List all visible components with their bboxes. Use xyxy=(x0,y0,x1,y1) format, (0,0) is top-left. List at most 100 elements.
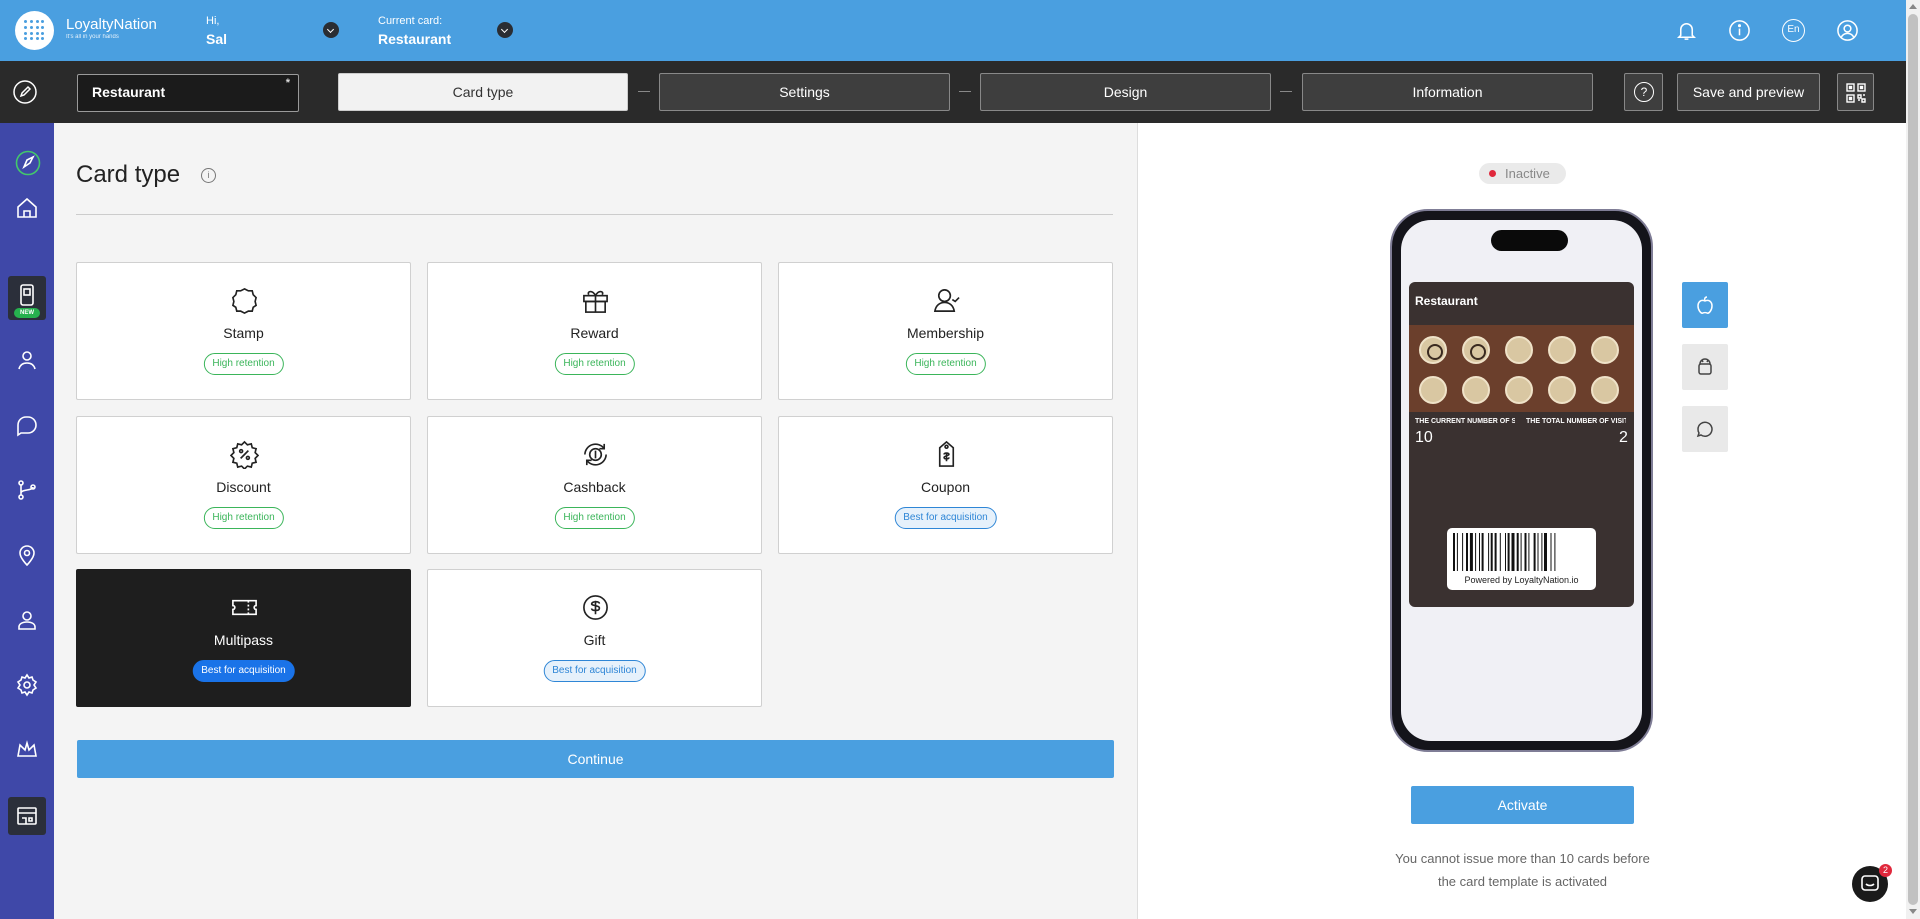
activate-button[interactable]: Activate xyxy=(1411,786,1634,824)
branch-icon xyxy=(18,480,36,500)
rocket-icon xyxy=(15,150,41,176)
tile-label: Reward xyxy=(570,325,619,341)
phone-mockup: Restaurant THE CURRENT NUMBER OF STAMPS … xyxy=(1390,209,1653,752)
save-and-preview-button[interactable]: Save and preview xyxy=(1677,73,1820,111)
message-icon xyxy=(1696,421,1713,438)
stamp-empty xyxy=(1505,336,1533,364)
page-scrollbar[interactable] xyxy=(1906,0,1920,919)
logo-icon[interactable] xyxy=(15,11,54,50)
user-menu-chevron-down-icon[interactable] xyxy=(323,22,339,38)
current-card-name: Restaurant xyxy=(378,31,452,47)
edit-pencil-icon[interactable] xyxy=(13,80,37,104)
sidebar-item-home[interactable] xyxy=(8,189,46,227)
tile-reward[interactable]: Reward High retention xyxy=(427,262,762,400)
stamp-strip xyxy=(1409,325,1634,412)
editor-toolbar: Restaurant * Card type Settings Design I… xyxy=(0,61,1906,123)
gift-box-icon xyxy=(583,290,608,313)
unread-count-badge: 2 xyxy=(1879,864,1892,877)
sms-button[interactable] xyxy=(1682,406,1728,452)
sidebar-item-launch[interactable] xyxy=(8,143,46,181)
acquisition-badge: Best for acquisition xyxy=(192,660,295,682)
barcode: Powered by LoyaltyNation.io xyxy=(1447,528,1596,590)
status-badge: Inactive xyxy=(1479,163,1566,184)
tile-stamp[interactable]: Stamp High retention xyxy=(76,262,411,400)
step-separator xyxy=(959,91,971,92)
title-info-icon[interactable]: i xyxy=(201,168,216,183)
pass-field-label: THE CURRENT NUMBER OF STAMPS xyxy=(1415,418,1515,425)
top-header: LoyaltyNation It's all in your hands Hi,… xyxy=(0,0,1906,61)
tile-label: Gift xyxy=(583,632,606,648)
step-information[interactable]: Information xyxy=(1302,73,1593,111)
activation-warning: You cannot issue more than 10 cards befo… xyxy=(1374,847,1671,893)
user-icon xyxy=(18,611,36,630)
new-badge: NEW xyxy=(14,308,40,318)
step-settings[interactable]: Settings xyxy=(659,73,950,111)
qr-code-button[interactable] xyxy=(1837,73,1874,111)
continue-button[interactable]: Continue xyxy=(77,740,1114,778)
tile-multipass[interactable]: Multipass Best for acquisition xyxy=(76,569,411,707)
android-button[interactable] xyxy=(1682,344,1728,390)
stamp-empty xyxy=(1462,376,1490,404)
stamp-empty xyxy=(1419,376,1447,404)
brand-name: LoyaltyNation xyxy=(66,16,157,33)
user-profile-icon[interactable] xyxy=(1836,19,1859,42)
step-separator xyxy=(638,91,650,92)
stamp-empty xyxy=(1591,376,1619,404)
sidebar-item-automation[interactable] xyxy=(8,471,46,509)
location-pin-icon xyxy=(19,545,35,567)
sidebar-item-managers[interactable] xyxy=(8,601,46,639)
required-mark: * xyxy=(285,77,290,89)
sidebar-item-settings[interactable] xyxy=(8,666,46,704)
tile-discount[interactable]: Discount High retention xyxy=(76,416,411,554)
apple-wallet-button[interactable] xyxy=(1682,282,1728,328)
step-design[interactable]: Design xyxy=(980,73,1271,111)
tile-membership[interactable]: Membership High retention xyxy=(778,262,1113,400)
sidebar-item-store[interactable] xyxy=(8,797,46,835)
help-button[interactable]: ? xyxy=(1624,73,1663,111)
bell-icon[interactable] xyxy=(1675,19,1698,42)
card-name-value: Restaurant xyxy=(92,84,166,100)
tile-label: Coupon xyxy=(920,479,971,495)
sidebar-item-plans[interactable] xyxy=(8,731,46,769)
tile-label: Membership xyxy=(906,325,985,341)
scrollbar-thumb[interactable] xyxy=(1908,14,1918,905)
customers-icon xyxy=(18,351,36,370)
apple-icon xyxy=(1697,296,1713,314)
mobile-card-icon xyxy=(20,284,34,306)
tile-label: Discount xyxy=(216,479,271,495)
card-name-input[interactable]: Restaurant * xyxy=(77,74,299,112)
discount-icon xyxy=(230,440,259,469)
tile-gift[interactable]: Gift Best for acquisition xyxy=(427,569,762,707)
tile-label: Multipass xyxy=(213,632,274,648)
inactive-dot-icon xyxy=(1489,170,1496,177)
dollar-circle-icon xyxy=(583,595,608,620)
phone-screen: Restaurant THE CURRENT NUMBER OF STAMPS … xyxy=(1401,220,1642,741)
warning-line: the card template is activated xyxy=(1437,874,1608,889)
sidebar-item-cards[interactable]: NEW xyxy=(8,276,46,320)
sidebar-item-customers[interactable] xyxy=(8,341,46,379)
tile-coupon[interactable]: Coupon Best for acquisition xyxy=(778,416,1113,554)
android-icon xyxy=(1698,358,1712,375)
tile-cashback[interactable]: Cashback High retention xyxy=(427,416,762,554)
greeting-label: Hi, xyxy=(206,15,220,27)
sidebar-item-messages[interactable] xyxy=(8,406,46,444)
sidebar-item-locations[interactable] xyxy=(8,536,46,574)
retention-badge: High retention xyxy=(554,353,635,375)
retention-badge: High retention xyxy=(203,507,284,529)
acquisition-badge: Best for acquisition xyxy=(543,660,646,682)
step-card-type[interactable]: Card type xyxy=(338,73,628,111)
card-type-panel: Card type i Stamp High retention Reward … xyxy=(54,123,1137,919)
retention-badge: High retention xyxy=(554,507,635,529)
stamp-empty xyxy=(1505,376,1533,404)
current-card-label: Current card: xyxy=(378,15,443,27)
user-name: Sal xyxy=(206,31,228,47)
membership-icon xyxy=(933,289,960,312)
scroll-up-icon[interactable] xyxy=(1909,4,1917,9)
scroll-down-icon[interactable] xyxy=(1909,909,1917,914)
cashback-icon xyxy=(584,443,607,466)
info-icon[interactable] xyxy=(1728,19,1751,42)
pass-field-value: 2 xyxy=(1619,429,1628,446)
card-switcher-chevron-down-icon[interactable] xyxy=(497,22,513,38)
language-selector[interactable]: En xyxy=(1782,19,1805,42)
qr-code-icon xyxy=(1846,83,1866,103)
